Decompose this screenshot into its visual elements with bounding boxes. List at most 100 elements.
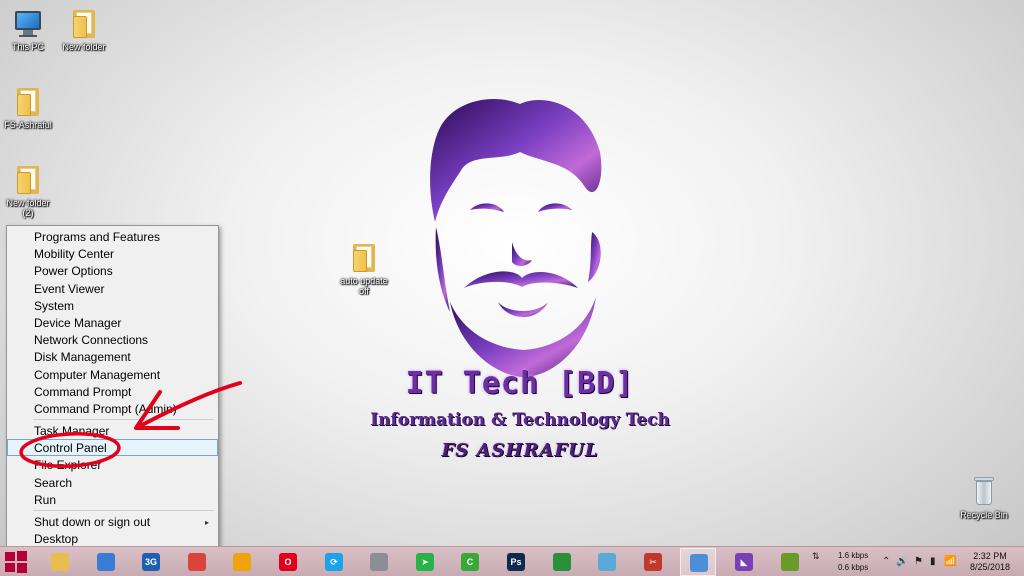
upload-speed: 1.6 kbps [838,551,869,560]
menu-item-system[interactable]: System [7,297,218,314]
folder-icon [347,240,381,274]
menu-separator [33,419,214,421]
taskbar-button-notepad[interactable] [589,548,625,576]
desktop-icon-new-folder[interactable]: New folder [52,6,116,52]
windows-start-icon[interactable] [4,551,28,573]
menu-item-computer-management[interactable]: Computer Management [7,366,218,383]
taskbar-icon-glyph: ➤ [421,557,429,567]
taskbar-button-hardware[interactable] [361,548,397,576]
taskbar-button-3g-modem[interactable]: 3G [133,548,169,576]
chrome-icon [188,553,206,571]
menu-item-desktop[interactable]: Desktop [7,530,218,547]
power-user-menu: Programs and Features Mobility Center Po… [6,225,219,549]
snipping-tool-icon: ✂ [644,553,662,571]
wallpaper-author: FS ASHRAFUL [441,440,599,461]
taskbar-icon-glyph: Ps [510,557,522,567]
desktop-icon-this-pc[interactable]: This PC [0,6,60,52]
this-pc-icon [11,6,45,40]
folder-icon [67,6,101,40]
menu-item-label: Shut down or sign out [34,515,151,529]
taskbar-button-opera[interactable]: O [270,548,306,576]
download-speed: 0.6 kbps [838,563,869,572]
desktop-icon-auto-update-off[interactable]: auto update off [332,240,396,296]
taskbar-icon-glyph: ⟳ [330,557,338,567]
folder-icon [11,162,45,196]
taskbar-button-file-explorer[interactable] [42,548,78,576]
submenu-arrow-icon: ▸ [204,518,209,527]
desktop-icon-label: FS-Ashraful [4,120,52,130]
taskbar-icon-glyph: C [466,557,474,567]
taskbar-button-photoshop[interactable]: Ps [498,548,534,576]
sync-icon: ⟳ [325,553,343,571]
taskbar-button-sync[interactable]: ⟳ [316,548,352,576]
headphones-icon [233,553,251,571]
menu-item-shut-down-or-sign-out[interactable]: Shut down or sign out ▸ [7,513,218,530]
flag-icon[interactable]: ⚑ [914,556,923,567]
recycle-bin-icon [967,474,1001,508]
3g-modem-icon: 3G [142,553,160,571]
menu-item-event-viewer[interactable]: Event Viewer [7,280,218,297]
battery-icon[interactable]: ▮ [930,556,936,567]
visual-studio-icon: ◣ [735,553,753,571]
network-signal-icon[interactable]: 📶 [944,556,956,567]
desktop-icon-label: This PC [11,42,44,52]
taskbar-button-chrome[interactable] [179,548,215,576]
clock-date: 8/25/2018 [969,562,1011,572]
opera-icon: O [279,553,297,571]
menu-item-file-explorer[interactable]: File Explorer [7,456,218,473]
taskbar-button-visual-studio[interactable]: ◣ [726,548,762,576]
menu-item-device-manager[interactable]: Device Manager [7,314,218,331]
webcam-icon [97,553,115,571]
taskbar-button-snipping-tool[interactable]: ✂ [635,548,671,576]
desktop-icon-label: New folder (2) [6,198,50,218]
desktop-icon-label: New folder [62,42,106,52]
taskbar-button-headphones[interactable] [224,548,260,576]
menu-item-run[interactable]: Run [7,491,218,508]
taskbar-button-camtasia[interactable]: C [452,548,488,576]
taskbar-button-globe[interactable] [544,548,580,576]
taskbar-icon-glyph: ◣ [740,557,748,567]
network-transfer-icon[interactable]: ⇅ [812,551,820,561]
menu-item-command-prompt-admin[interactable]: Command Prompt (Admin) [7,400,218,417]
menu-item-control-panel[interactable]: Control Panel [7,439,218,457]
menu-item-network-connections[interactable]: Network Connections [7,331,218,348]
menu-item-mobility-center[interactable]: Mobility Center [7,245,218,262]
desktop-icon-fs-ashraful[interactable]: FS-Ashraful [0,84,60,130]
folder-icon [11,84,45,118]
desktop-icon-recycle-bin[interactable]: Recycle Bin [952,474,1016,520]
show-hidden-icons-chevron-icon[interactable]: ⌃ [882,556,890,567]
paint-icon [690,554,708,572]
send-icon: ➤ [416,553,434,571]
menu-item-command-prompt[interactable]: Command Prompt [7,383,218,400]
menu-separator [33,510,214,511]
desktop-icon-label: auto update off [340,276,388,296]
taskbar: 3G O ⟳ ➤ C Ps ✂ ◣ ⇅ 1.6 kbps 0.6 kbps ⌃ 🔊 ⚑ ▮ 📶… [0,546,1024,576]
desktop-icon-new-folder-2[interactable]: New folder (2) [0,162,60,218]
menu-item-search[interactable]: Search [7,474,218,491]
wallpaper-subtitle: Information & Technology Tech [370,410,670,430]
chart-app-icon [781,553,799,571]
wallpaper-title: IT Tech [BD] [405,366,635,401]
taskbar-button-send[interactable]: ➤ [407,548,443,576]
desktop-icon-label: Recycle Bin [960,510,1008,520]
taskbar-button-webcam[interactable] [88,548,124,576]
volume-icon[interactable]: 🔊 [896,556,908,567]
taskbar-icon-glyph: O [284,557,292,567]
camtasia-icon: C [461,553,479,571]
menu-item-task-manager[interactable]: Task Manager [7,422,218,439]
wallpaper-portrait [430,99,602,377]
menu-item-power-options[interactable]: Power Options [7,262,218,279]
globe-icon [553,553,571,571]
photoshop-icon: Ps [507,553,525,571]
clock-time: 2:32 PM [973,551,1007,561]
taskbar-button-chart-app[interactable] [772,548,808,576]
menu-item-disk-management[interactable]: Disk Management [7,348,218,365]
hardware-icon [370,553,388,571]
menu-item-programs-and-features[interactable]: Programs and Features [7,228,218,245]
file-explorer-icon [51,553,69,571]
taskbar-button-paint[interactable] [680,548,716,576]
taskbar-icon-glyph: ✂ [649,557,657,567]
notepad-icon [598,553,616,571]
taskbar-icon-glyph: 3G [144,557,157,567]
system-clock[interactable]: 2:32 PM 8/25/2018 [960,551,1020,573]
